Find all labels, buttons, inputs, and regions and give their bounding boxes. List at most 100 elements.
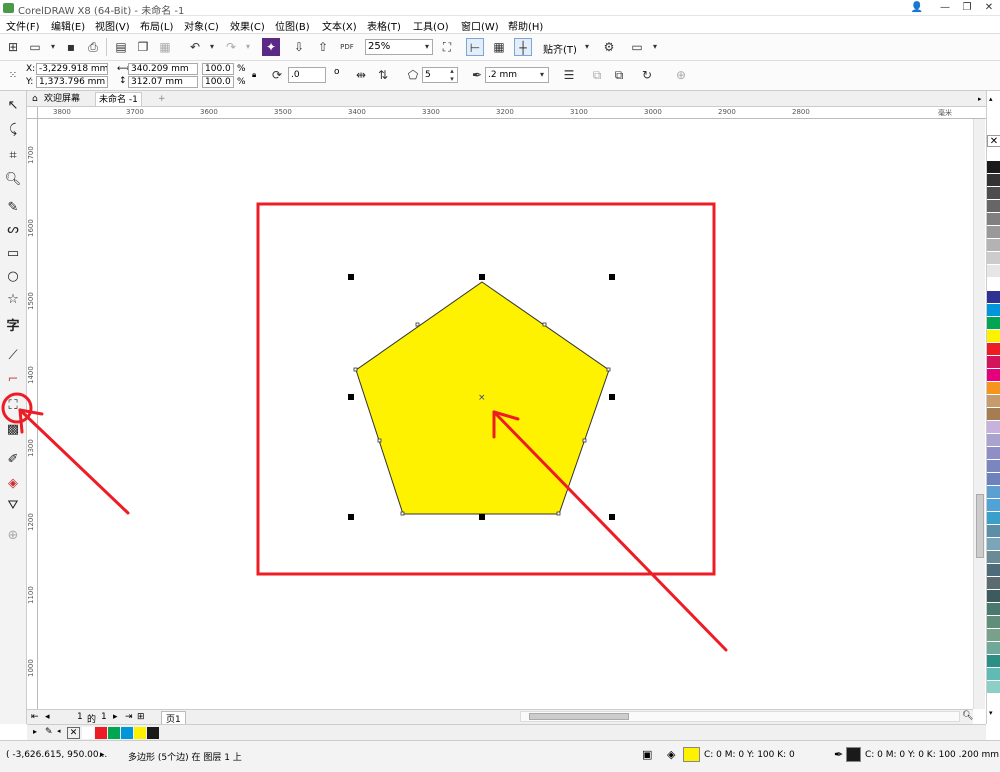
menu-window[interactable]: 窗口(W) (461, 18, 499, 33)
node[interactable] (556, 511, 561, 516)
import-icon[interactable]: ⇩ (290, 38, 308, 56)
handle-bottom-right[interactable] (609, 514, 615, 520)
new-document-icon[interactable]: ⊞ (4, 38, 22, 56)
palette-swatch[interactable] (987, 525, 1000, 537)
node[interactable] (353, 367, 358, 372)
handle-top-right[interactable] (609, 274, 615, 280)
palette-swatch[interactable] (987, 161, 1000, 173)
menu-layout[interactable]: 布局(L) (140, 18, 173, 33)
doc-palette-swatch[interactable] (82, 727, 94, 739)
doc-palette-eyedropper-icon[interactable]: ✎ (45, 727, 53, 737)
palette-swatch[interactable] (987, 473, 1000, 485)
object-origin-icon[interactable]: ⁙ (4, 67, 22, 85)
palette-swatch[interactable] (987, 616, 1000, 628)
menu-view[interactable]: 视图(V) (95, 18, 130, 33)
add-tool-icon[interactable]: ⊕ (4, 527, 22, 545)
handle-bottom-center[interactable] (479, 514, 485, 520)
full-screen-icon[interactable]: ⛶ (438, 38, 456, 56)
palette-swatch[interactable] (987, 408, 1000, 420)
menu-text[interactable]: 文本(X) (322, 18, 357, 33)
node[interactable] (400, 511, 405, 516)
menu-effects[interactable]: 效果(C) (230, 18, 265, 33)
guidelines-icon[interactable]: ┼ (514, 38, 532, 56)
mirror-vertical-icon[interactable]: ⇅ (374, 66, 392, 84)
rotation-field[interactable]: .0 (288, 67, 326, 83)
paste-icon[interactable]: ▦ (156, 38, 174, 56)
palette-swatch[interactable] (987, 590, 1000, 602)
handle-top-center[interactable] (479, 274, 485, 280)
add-page-icon[interactable]: ⊞ (137, 712, 145, 722)
doc-palette-swatch[interactable] (108, 727, 120, 739)
crop-tool-icon[interactable]: ⌗ (4, 147, 22, 165)
menu-bitmap[interactable]: 位图(B) (275, 18, 310, 33)
palette-swatch[interactable] (987, 421, 1000, 433)
zoom-dropdown-icon[interactable]: ▾ (421, 39, 433, 55)
palette-scroll-down-icon[interactable]: ▾ (989, 709, 993, 717)
x-position-field[interactable]: -3,229.918 mm (36, 63, 108, 75)
drawing-canvas[interactable]: × (38, 119, 973, 709)
color-proofing-icon[interactable]: ▣ (642, 748, 652, 761)
palette-swatch[interactable] (987, 512, 1000, 524)
handle-top-left[interactable] (348, 274, 354, 280)
options-gear-icon[interactable]: ⚙ (600, 38, 618, 56)
save-icon[interactable]: ▪ (62, 38, 80, 56)
launch-dropdown-icon[interactable]: ▾ (646, 38, 664, 56)
parallel-dimension-icon[interactable]: ⟋ (4, 347, 22, 365)
outline-dropdown-icon[interactable]: ▾ (536, 67, 548, 83)
minimize-button[interactable]: — (936, 1, 954, 15)
to-back-icon[interactable]: ⧉ (610, 66, 628, 84)
node[interactable] (377, 438, 382, 443)
doc-palette-scroll-icon[interactable]: ◂ (57, 727, 61, 735)
palette-swatch[interactable] (987, 629, 1000, 641)
launch-icon[interactable]: ▭ (628, 38, 646, 56)
palette-swatch[interactable] (987, 148, 1000, 160)
export-icon[interactable]: ⇧ (314, 38, 332, 56)
tab-document[interactable]: 未命名 -1 (95, 92, 142, 106)
palette-swatch[interactable] (987, 278, 1000, 290)
home-icon[interactable]: ⌂ (29, 92, 41, 106)
text-tool-icon[interactable]: 字 (4, 318, 22, 336)
mirror-horizontal-icon[interactable]: ⇹ (352, 66, 370, 84)
cut-icon[interactable]: ▤ (112, 38, 130, 56)
menu-file[interactable]: 文件(F) (6, 18, 40, 33)
sides-spinner-icon[interactable]: ▴ ▾ (446, 67, 458, 83)
scale-x-field[interactable]: 100.0 (202, 63, 234, 75)
rectangle-tool-icon[interactable]: ▭ (4, 245, 22, 263)
doc-palette-menu-icon[interactable]: ▸ (33, 727, 37, 736)
restore-button[interactable]: ❐ (958, 1, 976, 15)
star-tool-icon[interactable]: ☆ (4, 291, 22, 309)
undo-dropdown-icon[interactable]: ▾ (203, 38, 221, 56)
node[interactable] (415, 322, 420, 327)
palette-swatch[interactable] (987, 460, 1000, 472)
redo-dropdown-icon[interactable]: ▾ (239, 38, 257, 56)
palette-swatch[interactable] (987, 681, 1000, 693)
no-color-icon[interactable]: ✕ (987, 135, 1000, 147)
palette-swatch[interactable] (987, 239, 1000, 251)
height-field[interactable]: 312.07 mm (128, 76, 198, 88)
copy-icon[interactable]: ❐ (134, 38, 152, 56)
palette-swatch[interactable] (987, 642, 1000, 654)
handle-middle-left[interactable] (348, 394, 354, 400)
palette-swatch[interactable] (987, 174, 1000, 186)
shape-tool-icon[interactable]: ⤹ (4, 121, 22, 139)
handle-bottom-left[interactable] (348, 514, 354, 520)
palette-swatch[interactable] (987, 226, 1000, 238)
node[interactable] (606, 367, 611, 372)
palette-swatch[interactable] (987, 499, 1000, 511)
doc-palette-swatch[interactable] (95, 727, 107, 739)
palette-swatch[interactable] (987, 486, 1000, 498)
print-icon[interactable]: ⎙ (84, 38, 102, 56)
lock-ratio-icon[interactable]: 🔒︎ (252, 70, 256, 80)
menu-edit[interactable]: 编辑(E) (51, 18, 85, 33)
palette-swatch[interactable] (987, 304, 1000, 316)
palette-swatch[interactable] (987, 356, 1000, 368)
open-dropdown-icon[interactable]: ▾ (44, 38, 62, 56)
palette-swatch[interactable] (987, 447, 1000, 459)
palette-swatch[interactable] (987, 668, 1000, 680)
horizontal-scroll-thumb[interactable] (529, 713, 629, 720)
palette-swatch[interactable] (987, 551, 1000, 563)
palette-swatch[interactable] (987, 538, 1000, 550)
palette-swatch[interactable] (987, 382, 1000, 394)
open-folder-icon[interactable]: ▭ (26, 38, 44, 56)
palette-swatch[interactable] (987, 213, 1000, 225)
